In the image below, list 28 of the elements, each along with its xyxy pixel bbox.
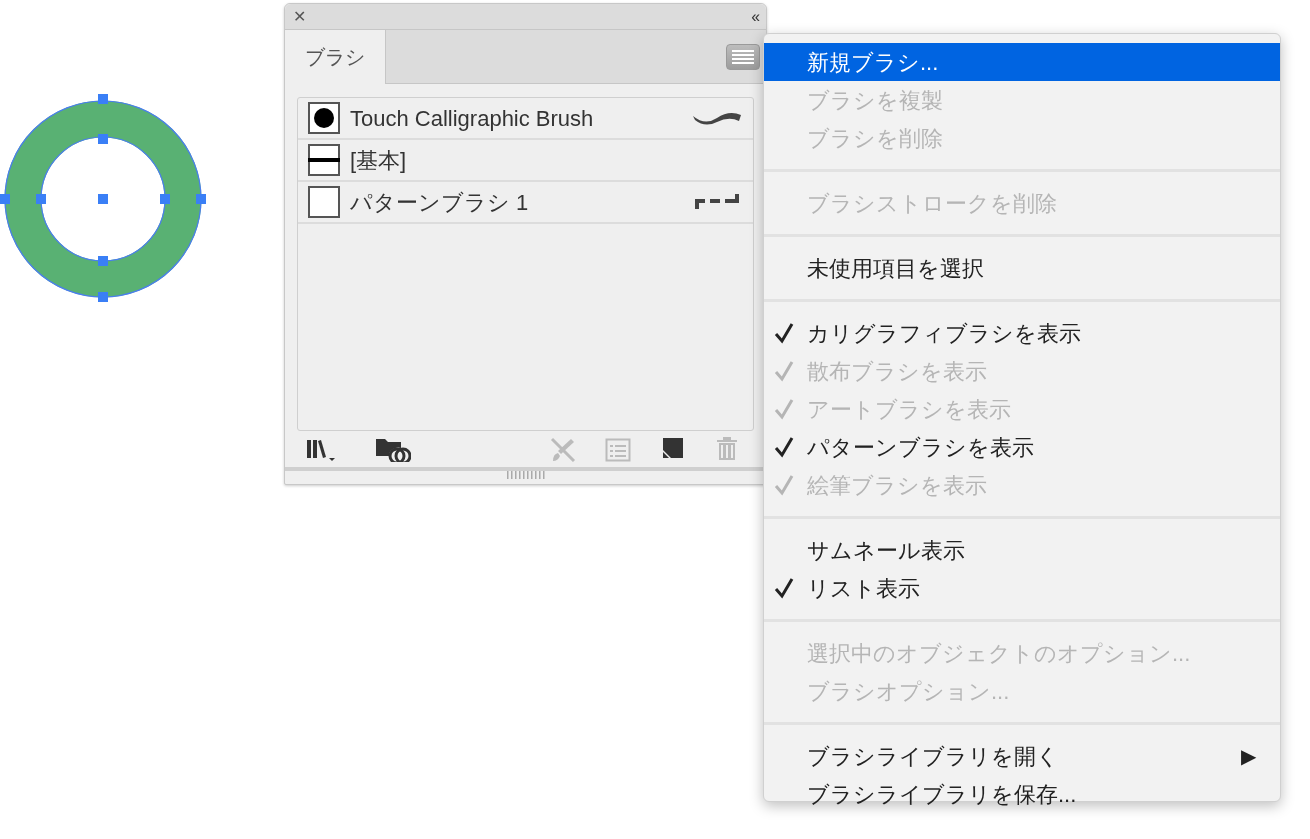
remove-stroke-icon [549, 436, 577, 462]
menu-item[interactable]: パターンブラシを表示 [764, 428, 1280, 466]
cloud-folder-icon [375, 436, 411, 462]
brush-swatch-icon [308, 102, 340, 134]
submenu-arrow: ▶ [1241, 744, 1256, 769]
menu-item[interactable]: 未使用項目を選択 [764, 249, 1280, 287]
brush-row[interactable]: Touch Calligraphic Brush [298, 98, 753, 140]
menu-item[interactable]: 新規ブラシ... [764, 43, 1280, 81]
close-button[interactable]: ✕ [293, 8, 306, 25]
menu-item[interactable]: サムネール表示 [764, 531, 1280, 569]
menu-icon [732, 50, 754, 64]
options-list-icon [605, 436, 631, 462]
menu-item[interactable]: ブラシライブラリを開く ▶ [764, 737, 1280, 775]
panel-tab[interactable]: ブラシ [285, 30, 386, 84]
brush-row[interactable]: [基本] [298, 140, 753, 182]
brush-swatch-icon [308, 144, 340, 176]
menu-item[interactable]: ブラシライブラリを保存... [764, 775, 1280, 813]
menu-item[interactable]: リスト表示 [764, 569, 1280, 607]
trash-icon [715, 436, 739, 462]
menu-item[interactable]: カリグラフィブラシを表示 [764, 314, 1280, 352]
toolbar-button[interactable] [375, 436, 411, 462]
brush-row[interactable]: パターンブラシ 1 [298, 182, 753, 224]
panel-menu-button[interactable] [726, 44, 760, 70]
stroke-preview-icon [695, 194, 741, 210]
stroke-preview-icon [693, 110, 741, 126]
resize-grip-icon[interactable] [506, 471, 545, 479]
brush-swatch-icon [308, 186, 340, 218]
collapse-button[interactable]: ‹‹ [751, 8, 758, 25]
